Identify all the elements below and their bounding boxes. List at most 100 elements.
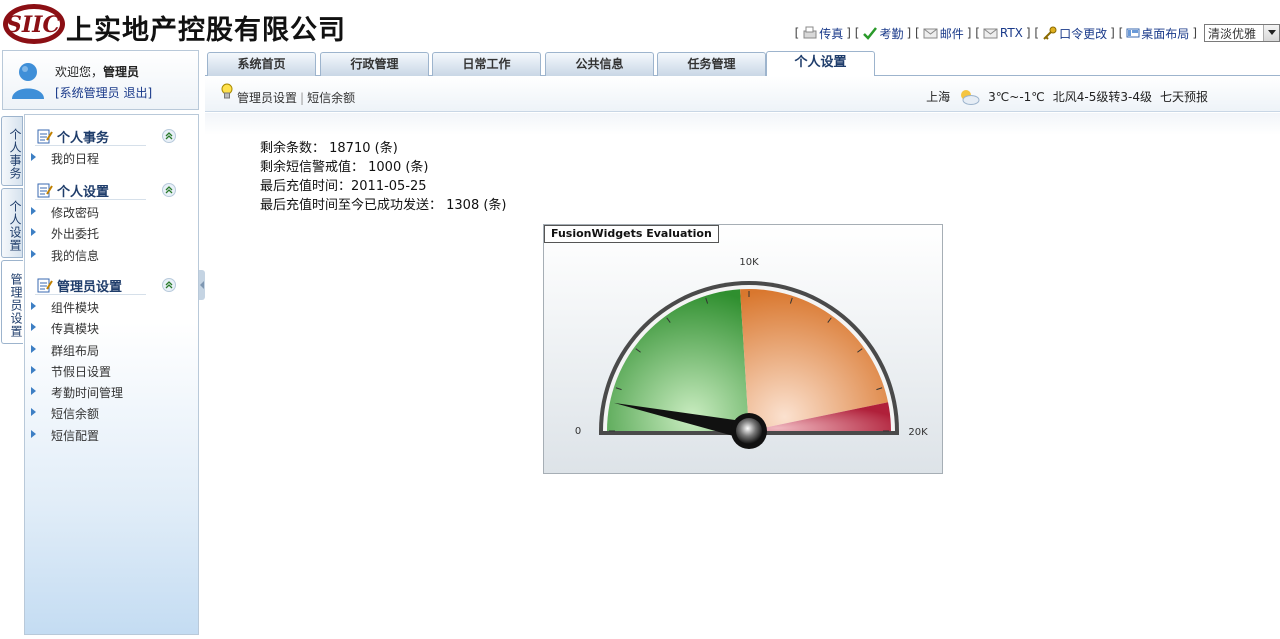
gauge-mid-label: 10K bbox=[739, 257, 759, 268]
weather-wind: 北风4-5级转3-4级 bbox=[1052, 90, 1152, 104]
mail-icon bbox=[923, 28, 938, 39]
last-recharge-time: 最后充值时间：2011-05-25 bbox=[260, 179, 427, 194]
weather-forecast-link[interactable]: 七天预报 bbox=[1160, 88, 1208, 105]
menu-item-out-delegate[interactable]: 外出委托 bbox=[25, 222, 198, 243]
menu-item-component-module[interactable]: 组件模块 bbox=[25, 296, 198, 317]
tab-personal-settings[interactable]: 个人设置 bbox=[766, 51, 875, 76]
content-header-strip bbox=[205, 113, 1280, 135]
edit-doc-icon bbox=[37, 183, 53, 198]
menu-item-label: 传真模块 bbox=[51, 322, 100, 337]
logout-link[interactable]: 退出] bbox=[124, 86, 153, 100]
tab-task-management[interactable]: 任务管理 bbox=[657, 52, 766, 76]
menu-item-group-layout[interactable]: 群组布局 bbox=[25, 339, 198, 360]
arrow-right-icon bbox=[31, 365, 36, 374]
menu-item-label: 节假日设置 bbox=[51, 364, 112, 379]
menu-item-label: 修改密码 bbox=[51, 206, 100, 220]
arrow-right-icon bbox=[31, 153, 36, 161]
welcome-prefix: 欢迎您， bbox=[55, 65, 104, 79]
menu-item-label: 我的信息 bbox=[51, 248, 100, 263]
remaining-count: 剩余条数： 18710 (条) bbox=[260, 141, 398, 156]
menu-group-personal-settings: 个人设置 修改密码 外出委托 我的信息 bbox=[25, 177, 198, 265]
gauge-max-label: 20K bbox=[908, 427, 928, 438]
layout-icon bbox=[1126, 28, 1140, 38]
menu-item-sms-config[interactable]: 短信配置 bbox=[25, 424, 198, 445]
menu-group-admin-settings: 管理员设置 组件模块 传真模块 群组布局 节假日设置 考勤时间管理 短信余额 短… bbox=[25, 272, 198, 445]
desktop-layout-label: 桌面布局 bbox=[1141, 26, 1190, 41]
user-links: [系统管理员 退出] bbox=[55, 84, 152, 101]
gauge-band-green bbox=[607, 289, 749, 431]
fax-icon bbox=[803, 26, 817, 39]
menu-item-change-password[interactable]: 修改密码 bbox=[25, 201, 198, 222]
sidebar-collapse-handle[interactable] bbox=[199, 270, 205, 300]
menu-group-header[interactable]: 管理员设置 bbox=[25, 272, 198, 296]
welcome-text: 欢迎您，管理员 bbox=[55, 63, 139, 80]
gauge-widget: 0 10K 20K FusionWidgets Evaluation bbox=[543, 224, 943, 474]
arrow-right-icon bbox=[31, 207, 36, 215]
menu-item-sms-balance[interactable]: 短信余额 bbox=[25, 402, 198, 423]
user-avatar-icon bbox=[12, 63, 44, 99]
arrow-right-icon bbox=[31, 408, 36, 417]
menu-group-header[interactable]: 个人设置 bbox=[25, 177, 198, 201]
mail-icon bbox=[983, 28, 998, 39]
vertical-tabs: 个人事务 个人设置 管理员设置 bbox=[0, 114, 24, 639]
weather-city: 上海 bbox=[926, 90, 951, 104]
sub-link-admin-settings[interactable]: 管理员设置 bbox=[237, 91, 297, 105]
fax-link[interactable]: 传真 bbox=[802, 25, 843, 42]
attendance-link[interactable]: 考勤 bbox=[862, 25, 904, 42]
menu-item-label: 短信配置 bbox=[51, 428, 100, 443]
arrow-right-icon bbox=[31, 302, 36, 310]
weather-widget: 上海 3℃~-1℃ 北风4-5级转3-4级 七天预报 bbox=[926, 88, 1208, 105]
gauge-pivot bbox=[736, 418, 762, 444]
menu-item-fax-module[interactable]: 传真模块 bbox=[25, 317, 198, 338]
menu-item-attendance-time[interactable]: 考勤时间管理 bbox=[25, 381, 198, 402]
user-name: 管理员 bbox=[103, 65, 140, 79]
chevron-down-icon[interactable] bbox=[1263, 25, 1279, 41]
vtab-admin-settings[interactable]: 管理员设置 bbox=[1, 260, 23, 344]
collapse-icon[interactable] bbox=[162, 278, 176, 292]
mail-label: 邮件 bbox=[939, 26, 964, 41]
menu-group-header[interactable]: 个人事务 bbox=[25, 123, 198, 147]
tab-admin[interactable]: 行政管理 bbox=[320, 52, 429, 76]
rtx-link[interactable]: RTX bbox=[983, 26, 1023, 40]
menu-item-label: 我的日程 bbox=[51, 152, 100, 166]
svg-text:SIIC: SIIC bbox=[6, 12, 60, 38]
evaluation-label: FusionWidgets Evaluation bbox=[544, 225, 719, 243]
arrow-right-icon bbox=[31, 228, 36, 237]
edit-doc-icon bbox=[37, 129, 53, 144]
password-change-link[interactable]: 口令更改 bbox=[1042, 25, 1107, 42]
menu-item-label: 短信余额 bbox=[51, 407, 100, 422]
theme-select[interactable]: 清淡优雅 bbox=[1204, 24, 1280, 42]
main-tab-bar: 系统首页 行政管理 日常工作 公共信息 任务管理 个人设置 bbox=[205, 50, 1280, 76]
tab-home[interactable]: 系统首页 bbox=[207, 52, 316, 76]
tab-public-info[interactable]: 公共信息 bbox=[545, 52, 654, 76]
menu-item-label: 考勤时间管理 bbox=[51, 386, 124, 401]
theme-select-value: 清淡优雅 bbox=[1208, 26, 1257, 41]
password-change-label: 口令更改 bbox=[1059, 26, 1108, 41]
vtab-personal-affairs[interactable]: 个人事务 bbox=[1, 116, 23, 186]
gauge-svg: 0 10K 20K bbox=[575, 257, 928, 449]
alert-threshold: 剩余短信警戒值： 1000 (条) bbox=[260, 160, 429, 175]
vtab-personal-settings[interactable]: 个人设置 bbox=[1, 188, 23, 258]
cloudy-icon bbox=[961, 89, 980, 105]
arrow-right-icon bbox=[31, 323, 36, 332]
sub-link-sms-balance[interactable]: 短信余额 bbox=[307, 91, 355, 105]
arrow-right-icon bbox=[31, 429, 36, 438]
menu-group-personal-affairs: 个人事务 我的日程 bbox=[25, 123, 198, 168]
menu-item-label: 群组布局 bbox=[51, 343, 100, 358]
header: SIIC 上实地产控股有限公司 [ 传真 ] [ 考勤 ] [ 邮件 ] [ R… bbox=[0, 0, 1280, 48]
collapse-icon[interactable] bbox=[162, 183, 176, 197]
menu-group-title: 个人设置 bbox=[57, 185, 110, 200]
rtx-label: RTX bbox=[999, 26, 1023, 40]
tab-daily-work[interactable]: 日常工作 bbox=[432, 52, 541, 76]
menu-item-my-schedule[interactable]: 我的日程 bbox=[25, 147, 198, 168]
mail-link[interactable]: 邮件 bbox=[923, 25, 964, 42]
check-icon bbox=[863, 27, 878, 40]
menu-item-label: 组件模块 bbox=[51, 301, 100, 315]
menu-item-holiday-settings[interactable]: 节假日设置 bbox=[25, 360, 198, 381]
weather-temp: 3℃~-1℃ bbox=[988, 89, 1045, 104]
siic-logo: SIIC bbox=[3, 4, 65, 44]
collapse-icon[interactable] bbox=[162, 129, 176, 143]
menu-item-my-info[interactable]: 我的信息 bbox=[25, 244, 198, 265]
role-link[interactable]: [系统管理员 bbox=[55, 86, 120, 100]
desktop-layout-link[interactable]: 桌面布局 bbox=[1126, 25, 1189, 42]
